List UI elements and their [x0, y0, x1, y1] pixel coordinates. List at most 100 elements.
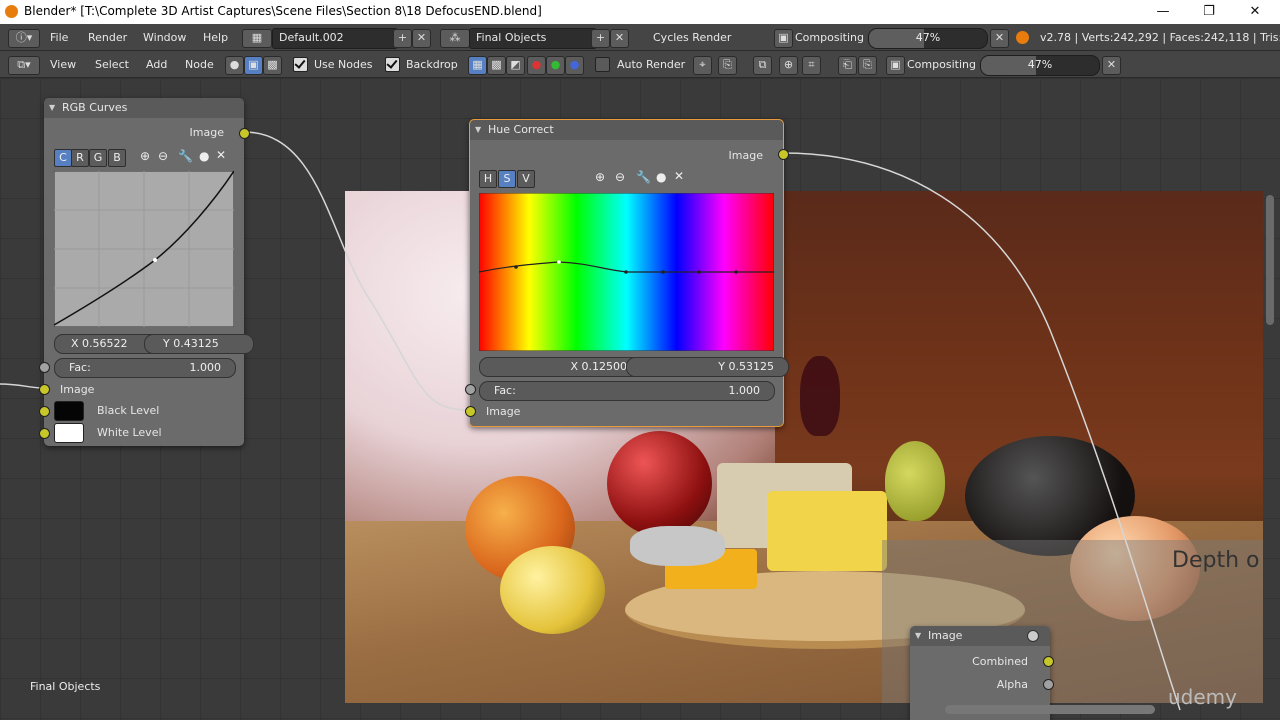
green-channel-icon[interactable]: ● [546, 56, 565, 75]
shader-nodes-icon[interactable]: ● [225, 56, 244, 75]
hue-y-field[interactable]: Y 0.53125 [626, 357, 789, 377]
render-engine-dropdown[interactable]: Cycles Render [646, 28, 766, 49]
paste-icon[interactable]: ⎘ [858, 56, 877, 75]
hue-image-input-socket[interactable] [465, 406, 476, 417]
auto-render-checkbox[interactable] [595, 57, 610, 72]
snap-icon[interactable]: ⌖ [693, 56, 712, 75]
screen-layout-icon[interactable]: ▦ [242, 29, 272, 48]
menu-view[interactable]: View [50, 58, 76, 71]
backdrop-alpha-icon[interactable]: ▩ [487, 56, 506, 75]
curve-tab-g[interactable]: G [89, 149, 107, 167]
menu-help[interactable]: Help [203, 31, 228, 44]
hue-fac-slider[interactable]: Fac: 1.000 [479, 381, 775, 401]
hue-clipping-dot-icon[interactable]: ● [656, 170, 666, 184]
texture-nodes-icon[interactable]: ▩ [263, 56, 282, 75]
hue-tools-wrench-icon[interactable]: 🔧 [636, 170, 651, 184]
horizontal-scrollbar[interactable] [945, 705, 1155, 714]
fac-socket[interactable] [39, 362, 50, 373]
alpha-output-label: Alpha [996, 678, 1028, 691]
use-nodes-checkbox[interactable] [293, 57, 308, 72]
hue-tab-h[interactable]: H [479, 170, 497, 188]
hue-correct-output-socket[interactable] [778, 149, 789, 160]
fac-value: 1.000 [189, 361, 222, 374]
remove-layout-icon[interactable]: ✕ [412, 29, 431, 48]
combined-output-socket[interactable] [1043, 656, 1054, 667]
image-input-socket[interactable] [39, 384, 50, 395]
render-goat-cheese [630, 526, 725, 566]
rgb-curves-output-socket[interactable] [239, 128, 250, 139]
hue-correct-node[interactable]: Hue Correct Image H S V ⊕ ⊖ 🔧 ● ✕ X 0.12… [465, 119, 789, 427]
menu-add[interactable]: Add [146, 58, 167, 71]
red-channel-icon[interactable]: ● [527, 56, 546, 75]
vertical-scrollbar[interactable] [1266, 195, 1274, 325]
compositing-progress-bar: 47% [980, 55, 1100, 76]
screen-layout-field[interactable]: Default.002 [272, 28, 398, 49]
menu-node[interactable]: Node [185, 58, 214, 71]
hue-zoom-out-icon[interactable]: ⊖ [615, 170, 625, 184]
backdrop-color-icon[interactable]: ▦ [468, 56, 487, 75]
fac-slider[interactable]: Fac: 1.000 [54, 358, 236, 378]
restore-button[interactable]: ❐ [1195, 2, 1223, 22]
grid-snap-icon[interactable]: ⌗ [802, 56, 821, 75]
clipping-dot-icon[interactable]: ● [199, 149, 209, 163]
blender-version-icon [1016, 31, 1029, 44]
editor-type-node-icon[interactable]: ⧉▾ [8, 56, 40, 75]
hue-zoom-in-icon[interactable]: ⊕ [595, 170, 605, 184]
remove-scene-icon[interactable]: ✕ [610, 29, 629, 48]
menu-render[interactable]: Render [88, 31, 127, 44]
hue-tab-v[interactable]: V [517, 170, 535, 188]
alpha-output-socket[interactable] [1043, 679, 1054, 690]
add-scene-icon[interactable]: + [591, 29, 610, 48]
compositing-status-icon-2: ▣ [886, 56, 905, 75]
zoom-out-icon[interactable]: ⊖ [158, 149, 168, 163]
rgb-curves-header[interactable]: RGB Curves [44, 98, 244, 118]
compositing-progress-value: 47% [1027, 58, 1053, 71]
render-layers-preview-icon[interactable] [1027, 630, 1039, 642]
delete-point-icon[interactable]: ✕ [216, 148, 226, 162]
rgb-curve-graph[interactable] [54, 171, 234, 327]
tools-wrench-icon[interactable]: 🔧 [178, 149, 193, 163]
editor-type-info-icon[interactable]: ⓘ▾ [8, 29, 40, 48]
snap-element-icon[interactable]: ⊕ [779, 56, 798, 75]
close-window-button[interactable]: ✕ [1241, 2, 1269, 22]
curve-tab-r[interactable]: R [71, 149, 89, 167]
curve-y-field[interactable]: Y 0.43125 [144, 334, 254, 354]
black-level-socket[interactable] [39, 406, 50, 417]
compositing-label: Compositing [795, 31, 864, 44]
hue-correct-graph[interactable] [479, 193, 774, 351]
menu-select[interactable]: Select [95, 58, 129, 71]
cancel-render-icon[interactable]: ✕ [990, 29, 1009, 48]
white-level-label: White Level [97, 426, 162, 439]
scene-icon[interactable]: ⁂ [440, 29, 470, 48]
backdrop-checkbox[interactable] [385, 57, 400, 72]
hue-correct-header[interactable]: Hue Correct [470, 120, 783, 140]
hue-fac-socket[interactable] [465, 384, 476, 395]
black-level-swatch[interactable] [54, 401, 84, 421]
parent-icon[interactable]: ⎘ [718, 56, 737, 75]
current-scene-label: Final Objects [30, 680, 101, 693]
black-level-label: Black Level [97, 404, 160, 417]
hue-x-field[interactable]: X 0.12500 [479, 357, 642, 377]
scene-field[interactable]: Final Objects [469, 28, 597, 49]
hue-delete-point-icon[interactable]: ✕ [674, 169, 684, 183]
hue-tab-s[interactable]: S [498, 170, 516, 188]
zoom-in-icon[interactable]: ⊕ [140, 149, 150, 163]
menu-window[interactable]: Window [143, 31, 186, 44]
copy-node-icon[interactable]: ⧉ [753, 56, 772, 75]
copy-paste-icon[interactable]: ⎗ [838, 56, 857, 75]
hue-fac-value: 1.000 [728, 384, 761, 397]
cancel-compositing-icon[interactable]: ✕ [1102, 56, 1121, 75]
compositing-nodes-icon[interactable]: ▣ [244, 56, 263, 75]
add-layout-icon[interactable]: + [393, 29, 412, 48]
blue-channel-icon[interactable]: ● [565, 56, 584, 75]
curve-tab-b[interactable]: B [108, 149, 126, 167]
render-lemon [500, 546, 605, 634]
white-level-swatch[interactable] [54, 423, 84, 443]
menu-file[interactable]: File [50, 31, 68, 44]
rgb-curves-node[interactable]: RGB Curves Image C R G B ⊕ ⊖ 🔧 ● ✕ X 0.5… [39, 98, 254, 446]
render-progress-value: 47% [915, 31, 941, 44]
backdrop-alpha-only-icon[interactable]: ◩ [506, 56, 525, 75]
minimize-button[interactable]: — [1149, 2, 1177, 22]
white-level-socket[interactable] [39, 428, 50, 439]
curve-tab-c[interactable]: C [54, 149, 72, 167]
